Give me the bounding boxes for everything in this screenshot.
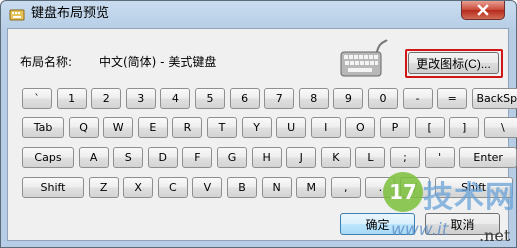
key-3-2: X bbox=[123, 177, 154, 198]
key-2-11: ' bbox=[424, 147, 455, 168]
key-2-8: K bbox=[320, 147, 351, 168]
key-0-1: 1 bbox=[56, 88, 87, 109]
key-0-5: 5 bbox=[195, 88, 225, 109]
key-0-8: 8 bbox=[298, 88, 329, 109]
keyboard-icon bbox=[340, 39, 388, 77]
key-3-10: / bbox=[400, 177, 430, 198]
key-3-7: M bbox=[296, 177, 327, 198]
key-2-9: L bbox=[355, 147, 386, 168]
key-3-0: Shift bbox=[22, 177, 84, 198]
title-bar[interactable]: 键盘布局预览 bbox=[1, 1, 516, 29]
key-0-12: = bbox=[437, 88, 468, 109]
key-1-9: O bbox=[345, 117, 376, 138]
key-2-4: F bbox=[182, 147, 213, 168]
key-2-2: S bbox=[113, 147, 144, 168]
key-3-1: Z bbox=[88, 177, 119, 198]
key-2-6: H bbox=[251, 147, 282, 168]
key-0-2: 2 bbox=[91, 88, 122, 109]
key-1-10: P bbox=[380, 117, 410, 138]
key-1-3: E bbox=[137, 117, 168, 138]
key-1-7: U bbox=[276, 117, 307, 138]
key-1-1: Q bbox=[68, 117, 99, 138]
window-title: 键盘布局预览 bbox=[31, 6, 110, 21]
key-3-6: N bbox=[261, 177, 292, 198]
layout-name-label: 布局名称: bbox=[20, 55, 73, 69]
key-2-1: A bbox=[78, 147, 109, 168]
key-1-6: Y bbox=[241, 117, 272, 138]
key-1-11: [ bbox=[414, 117, 445, 138]
key-2-10: ; bbox=[390, 147, 420, 168]
key-0-6: 6 bbox=[229, 88, 260, 109]
keyboard-app-icon bbox=[9, 9, 25, 21]
key-1-8: I bbox=[310, 117, 341, 138]
key-3-5: B bbox=[227, 177, 257, 198]
close-icon bbox=[477, 4, 489, 16]
key-3-9: . bbox=[365, 177, 396, 198]
key-3-11: Shift bbox=[434, 177, 513, 198]
key-1-5: T bbox=[207, 117, 237, 138]
key-0-4: 4 bbox=[160, 88, 191, 109]
key-2-12: Enter bbox=[459, 147, 517, 168]
key-1-13: \ bbox=[483, 117, 517, 138]
key-2-3: D bbox=[147, 147, 178, 168]
change-icon-button[interactable]: 更改图标(C)... bbox=[408, 52, 499, 74]
key-3-3: C bbox=[157, 177, 188, 198]
layout-name-value: 中文(简体) - 美式键盘 bbox=[99, 55, 217, 69]
key-1-2: W bbox=[103, 117, 134, 138]
key-2-5: G bbox=[217, 147, 247, 168]
key-0-9: 9 bbox=[333, 88, 364, 109]
key-0-10: 0 bbox=[368, 88, 398, 109]
key-1-4: R bbox=[172, 117, 203, 138]
key-0-0: ` bbox=[22, 88, 52, 109]
ok-button[interactable]: 确定 bbox=[340, 213, 415, 235]
key-0-13: BackSp bbox=[471, 88, 517, 109]
key-0-11: - bbox=[402, 88, 433, 109]
cancel-button[interactable]: 取消 bbox=[425, 213, 500, 235]
key-1-0: Tab bbox=[22, 117, 64, 138]
key-3-4: V bbox=[192, 177, 223, 198]
key-1-12: ] bbox=[449, 117, 480, 138]
key-2-7: J bbox=[286, 147, 317, 168]
key-2-0: Caps bbox=[22, 147, 74, 168]
key-0-7: 7 bbox=[264, 88, 295, 109]
key-3-8: , bbox=[330, 177, 361, 198]
key-0-3: 3 bbox=[125, 88, 156, 109]
close-button[interactable] bbox=[461, 1, 505, 20]
